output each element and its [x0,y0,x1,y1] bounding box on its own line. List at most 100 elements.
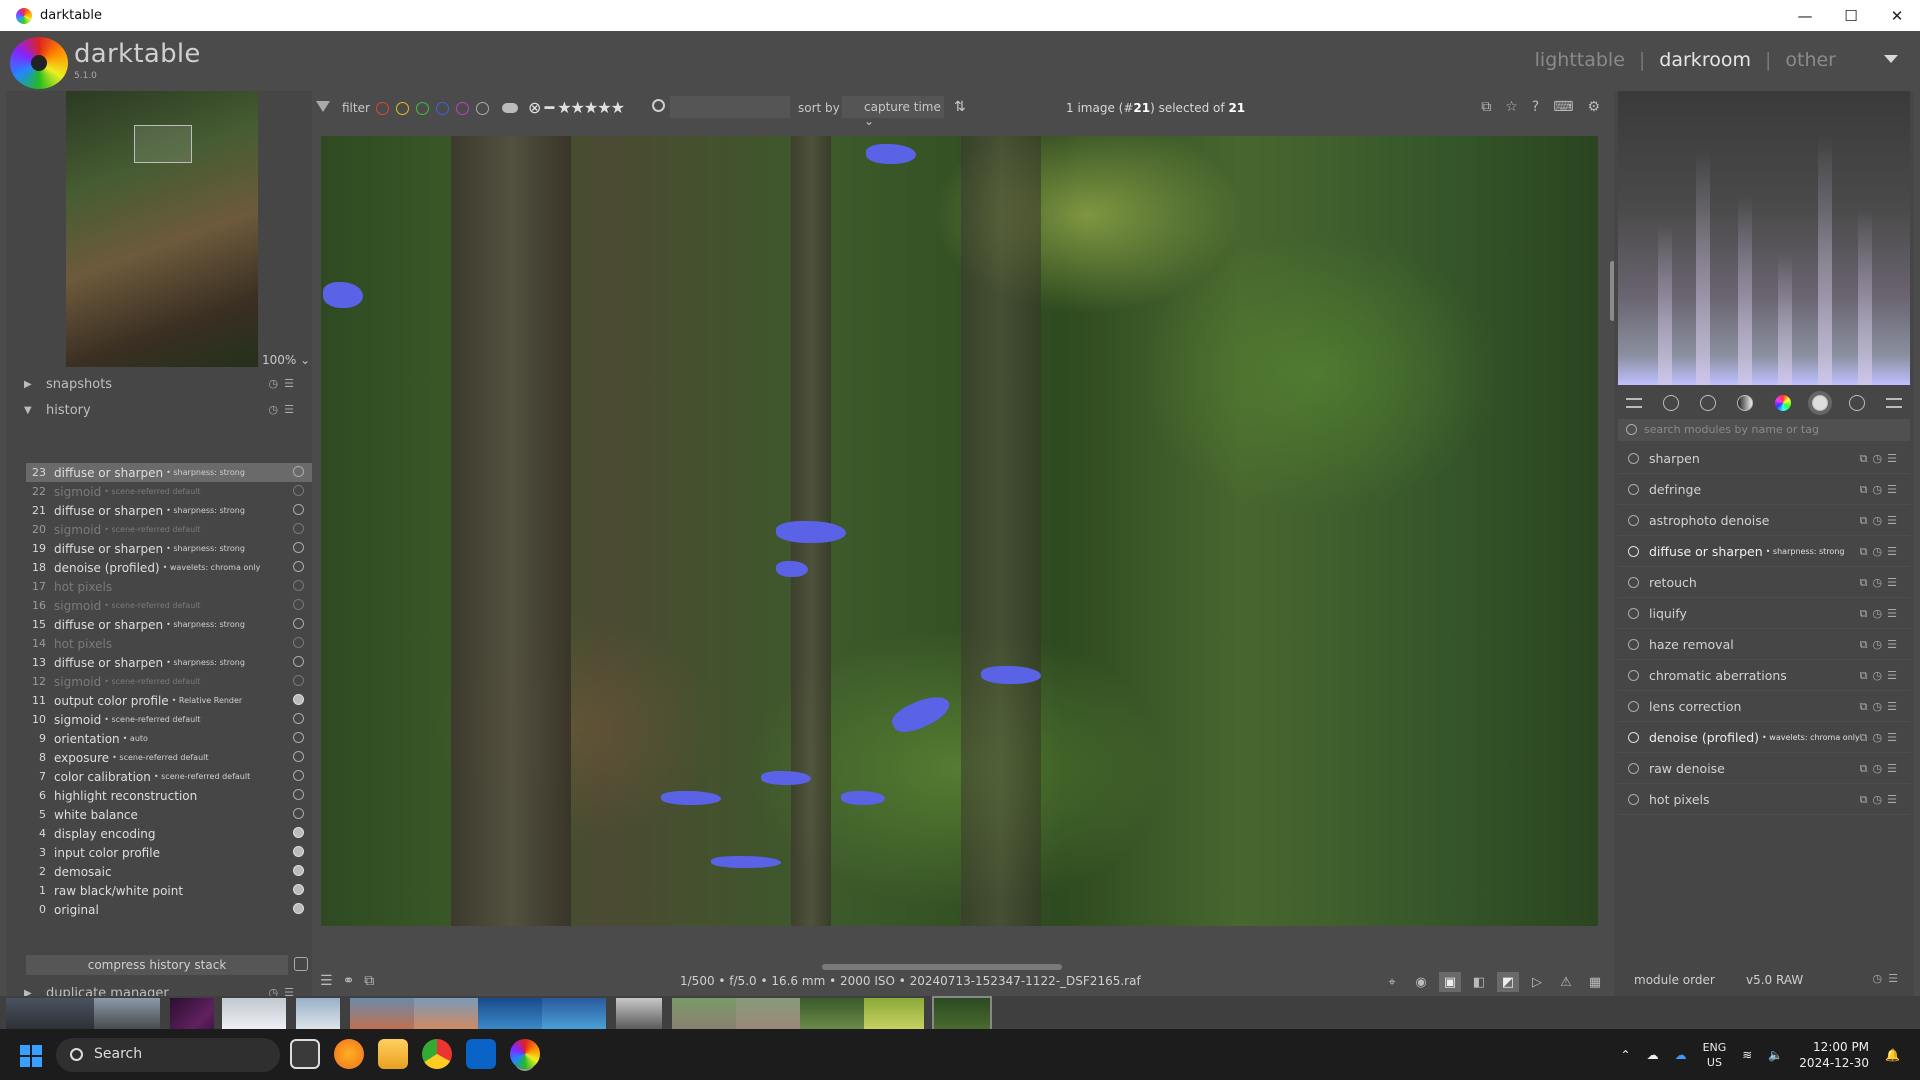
module-row[interactable]: lens correction ⧉◷☰ [1618,691,1910,722]
history-item[interactable]: 11 output color profile • Relative Render [26,691,312,710]
module-controls-icon[interactable]: ⧉◷☰ [1860,607,1902,621]
guides-icon[interactable]: ▦ [1584,972,1606,992]
module-controls-icon[interactable]: ⧉◷☰ [1860,545,1902,559]
correct-modules-tab-icon[interactable] [1811,395,1828,411]
history-item[interactable]: 7 color calibration • scene-referred defau… [26,767,312,786]
color-label-dot-icon[interactable] [456,102,469,115]
views-menu-arrow-icon[interactable] [1884,55,1898,63]
module-row[interactable]: sharpen ⧉◷☰ [1618,443,1910,474]
preferences-gear-icon[interactable]: ⚙ [1587,99,1600,115]
taskbar-search-box[interactable]: Search [56,1038,280,1072]
text-search-input[interactable] [670,96,790,118]
module-controls-icon[interactable]: ⧉◷☰ [1860,700,1902,714]
history-item[interactable]: 15 diffuse or sharpen • sharpness: strong [26,615,312,634]
history-item[interactable]: 14 hot pixels [26,634,312,653]
history-item[interactable]: 6 highlight reconstruction [26,786,312,805]
module-controls-icon[interactable]: ⧉◷☰ [1860,762,1902,776]
color-filter-toggle[interactable] [502,103,518,113]
module-row[interactable]: chromatic aberrations ⧉◷☰ [1618,660,1910,691]
color-label-dot-icon[interactable] [436,102,449,115]
history-item[interactable]: 22 sigmoid • scene-referred default [26,482,312,501]
module-power-icon[interactable] [1628,483,1639,495]
overlays-star-icon[interactable]: ☆ [1505,99,1518,115]
tray-overflow-chevron-icon[interactable]: ⌃ [1621,1048,1631,1062]
module-power-icon[interactable] [1628,638,1639,650]
grouping-icon[interactable]: ⧉ [1481,99,1491,115]
volume-icon[interactable]: 🔈 [1768,1048,1783,1062]
module-power-icon[interactable] [1628,545,1639,557]
module-row[interactable]: haze removal ⧉◷☰ [1618,629,1910,660]
history-item[interactable]: 1 raw black/white point [26,881,312,900]
color-label-dot-icon[interactable] [476,102,489,115]
effect-modules-tab-icon[interactable] [1848,395,1865,411]
history-item[interactable]: 2 demosaic [26,862,312,881]
task-view-icon[interactable] [290,1039,320,1069]
clipping-icon[interactable]: ◧ [1468,972,1490,992]
notification-bell-icon[interactable]: 🔔 [1885,1048,1900,1062]
taskbar-clock[interactable]: 12:00 PM 2024-12-30 [1799,1039,1869,1071]
module-power-icon[interactable] [1628,514,1639,526]
history-item[interactable]: 0 original [26,900,312,919]
styles-icon[interactable]: ⚭ [343,973,355,989]
history-item[interactable]: 8 exposure • scene-referred default [26,748,312,767]
color-modules-tab-icon[interactable] [1774,395,1791,411]
softproof-icon[interactable]: ▷ [1526,972,1548,992]
module-row[interactable]: astrophoto denoise ⧉◷☰ [1618,505,1910,536]
module-order-value[interactable]: v5.0 RAW [1746,973,1803,987]
module-controls-icon[interactable]: ⧉◷☰ [1860,638,1902,652]
history-item[interactable]: 3 input color profile [26,843,312,862]
module-row[interactable]: denoise (profiled) • wavelets: chroma onl… [1618,722,1910,753]
wifi-icon[interactable]: ≋ [1742,1048,1752,1062]
history-header[interactable]: ▼ history ◷☰ [24,397,304,423]
module-row[interactable]: diffuse or sharpen • sharpness: strong ⧉◷☰ [1618,536,1910,567]
module-presets-menu-icon[interactable] [1885,398,1902,408]
module-controls-icon[interactable]: ⧉◷☰ [1860,731,1902,745]
rating-filter[interactable]: ⊗ ━ ★★★★★ [528,98,625,117]
view-lighttable[interactable]: lighttable [1535,49,1625,71]
module-row[interactable]: liquify ⧉◷☰ [1618,598,1910,629]
module-controls-icon[interactable]: ⧉◷☰ [1860,483,1902,497]
module-power-icon[interactable] [1628,669,1639,681]
sort-direction-icon[interactable]: ⇅ [954,99,966,115]
view-darkroom[interactable]: darkroom [1659,49,1751,71]
history-item[interactable]: 23 diffuse or sharpen • sharpness: strong [26,463,312,482]
history-item[interactable]: 20 sigmoid • scene-referred default [26,520,312,539]
module-power-icon[interactable] [1628,700,1639,712]
navigator-preview[interactable] [66,91,258,367]
input-language[interactable]: ENG US [1703,1040,1727,1070]
maximize-button[interactable]: ☐ [1828,0,1874,31]
snapshots-header[interactable]: ▶ snapshots ◷☰ [24,371,304,397]
file-explorer-icon[interactable] [378,1039,408,1069]
focus-peaking-icon[interactable]: ⌖ [1381,972,1403,992]
color-label-dot-icon[interactable] [416,102,429,115]
view-other[interactable]: other [1785,49,1836,71]
history-item[interactable]: 12 sigmoid • scene-referred default [26,672,312,691]
quick-access-icon[interactable]: ☰ [320,973,333,989]
overexposed-indicator-icon[interactable]: ◩ [1497,972,1519,992]
history-item[interactable]: 19 diffuse or sharpen • sharpness: strong [26,539,312,558]
windows-start-icon[interactable] [20,1045,42,1067]
module-controls-icon[interactable]: ⧉◷☰ [1860,576,1902,590]
module-power-icon[interactable] [1628,607,1639,619]
sort-select[interactable]: capture time ⌄ [842,96,944,128]
raw-overexposed-icon[interactable]: ▣ [1439,972,1461,992]
module-row[interactable]: raw denoise ⧉◷☰ [1618,753,1910,784]
module-row[interactable]: retouch ⧉◷☰ [1618,567,1910,598]
module-controls-icon[interactable]: ⧉◷☰ [1860,514,1902,528]
history-item[interactable]: 17 hot pixels [26,577,312,596]
module-power-icon[interactable] [1628,731,1639,743]
quick-access-tab-icon[interactable] [1626,398,1642,408]
active-modules-tab-icon[interactable] [1663,395,1680,411]
outlook-icon[interactable] [466,1039,496,1069]
chrome-icon[interactable] [422,1039,452,1069]
color-assessment-icon[interactable]: ◉ [1410,972,1432,992]
module-row[interactable]: hot pixels ⧉◷☰ [1618,784,1910,815]
history-item[interactable]: 5 white balance [26,805,312,824]
navigator-viewport-box[interactable] [134,125,192,163]
close-button[interactable]: ✕ [1874,0,1920,31]
darktable-taskbar-icon[interactable] [510,1039,540,1069]
main-image-canvas[interactable] [321,136,1598,926]
module-power-icon[interactable] [1628,793,1639,805]
onedrive-cloud-icon[interactable]: ☁ [1647,1048,1659,1062]
module-controls-icon[interactable]: ⧉◷☰ [1860,793,1902,807]
